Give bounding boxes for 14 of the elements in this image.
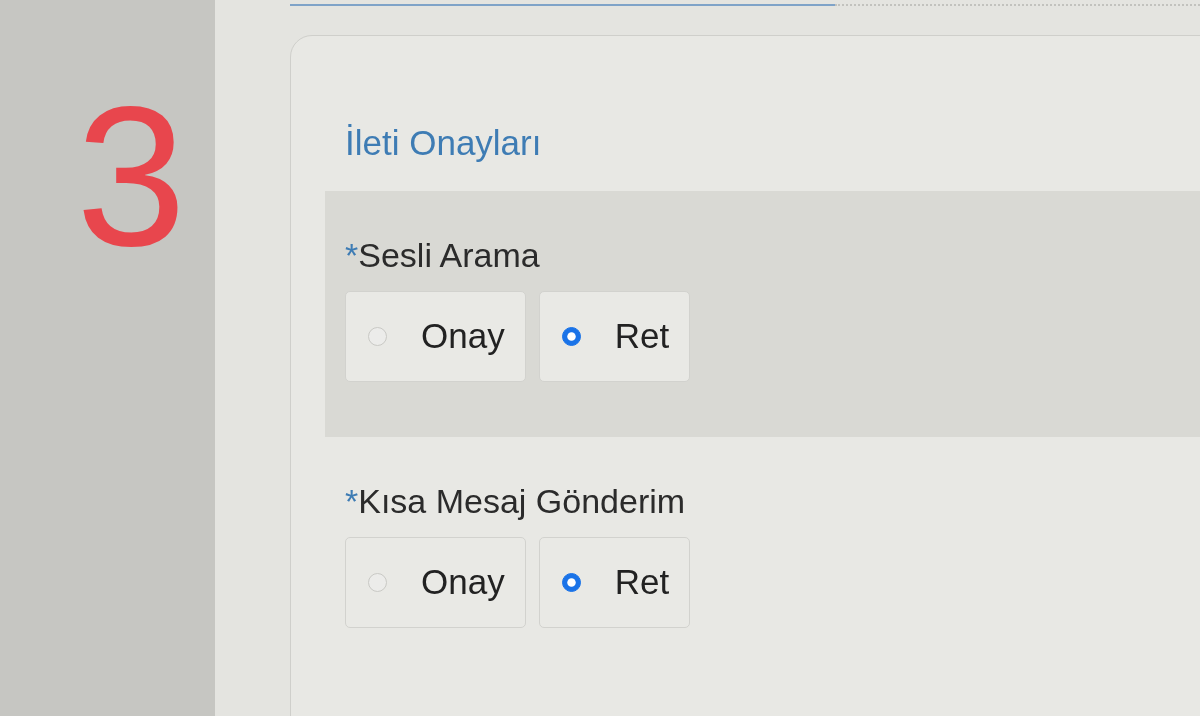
radio-button[interactable] (561, 572, 581, 592)
radio-button[interactable] (561, 326, 581, 346)
question-label: Kısa Mesaj Gönderim (358, 481, 686, 520)
question-label: Sesli Arama (358, 236, 540, 274)
radio-option[interactable]: Ret (538, 290, 691, 382)
radio-option[interactable]: Onay (345, 536, 526, 628)
radio-option[interactable]: Ret (538, 536, 691, 628)
radio-button[interactable] (368, 326, 387, 346)
required-asterisk: * (345, 481, 359, 520)
required-asterisk: * (345, 236, 359, 274)
step-number: 3 (76, 78, 187, 276)
radio-button[interactable] (368, 572, 387, 592)
section-title: İleti Onayları (345, 122, 542, 164)
radio-option[interactable]: Onay (345, 290, 526, 382)
